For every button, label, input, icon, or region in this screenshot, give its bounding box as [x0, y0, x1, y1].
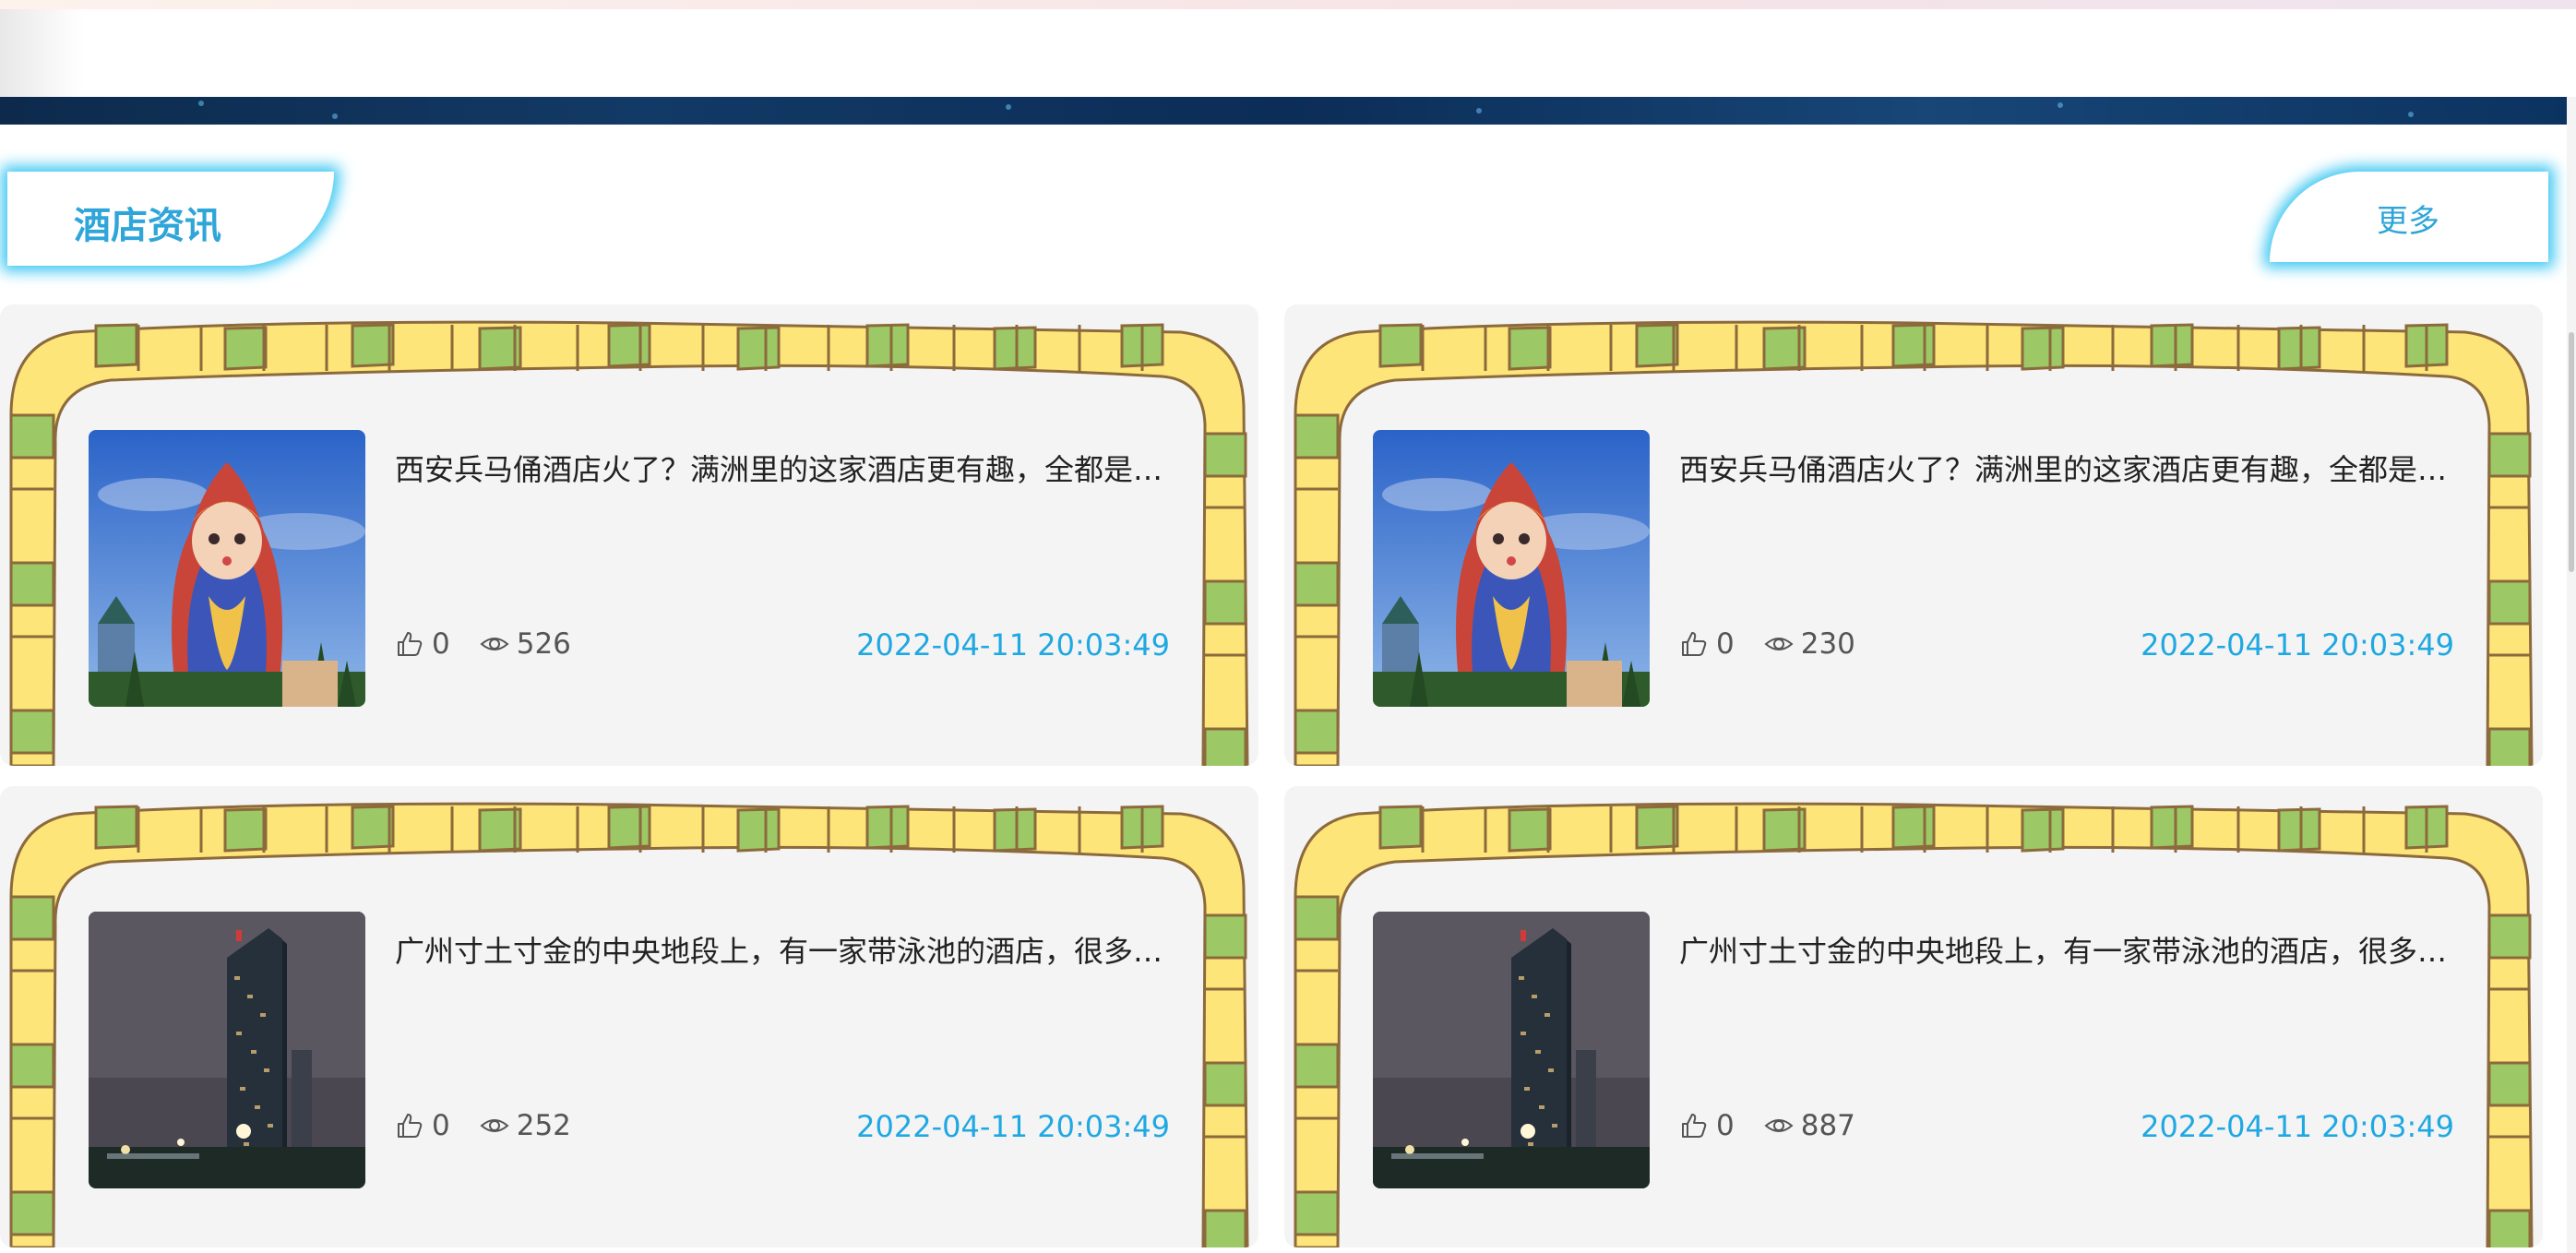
- more-button[interactable]: 更多: [2270, 172, 2548, 262]
- view-count: 230: [1800, 627, 1855, 661]
- tech-banner: [0, 97, 2567, 125]
- view-count: 526: [516, 627, 571, 661]
- news-card[interactable]: 广州寸土寸金的中央地段上，有一家带泳池的酒店，很多人都想去住 0 887 202…: [1284, 786, 2543, 1247]
- news-stats: 0 252: [395, 1107, 571, 1144]
- banner-dot: [332, 113, 338, 119]
- news-card[interactable]: 广州寸土寸金的中央地段上，有一家带泳池的酒店，很多人都想去住 0 252 202…: [0, 786, 1258, 1247]
- eye-icon: [1764, 1111, 1794, 1140]
- header-bar: [0, 9, 2576, 97]
- news-title[interactable]: 广州寸土寸金的中央地段上，有一家带泳池的酒店，很多人都想去住: [395, 928, 1170, 971]
- banner-dot: [1476, 108, 1482, 113]
- news-thumbnail[interactable]: [89, 430, 365, 707]
- section-title: 酒店资讯: [74, 205, 221, 247]
- view-count: 887: [1800, 1109, 1855, 1142]
- eye-icon: [1764, 629, 1794, 659]
- news-stats: 0 887: [1679, 1107, 1855, 1144]
- banner-dot: [1006, 104, 1011, 110]
- header-shadow: [0, 9, 83, 97]
- news-date: 2022-04-11 20:03:49: [856, 1109, 1170, 1144]
- banner-dot: [2057, 102, 2063, 108]
- thumbs-up-icon[interactable]: [395, 1111, 424, 1140]
- news-stats: 0 526: [395, 626, 571, 662]
- banner-dot: [2408, 112, 2414, 117]
- banner-dot: [198, 101, 204, 106]
- thumbs-up-icon[interactable]: [395, 629, 424, 659]
- news-card[interactable]: 西安兵马俑酒店火了？满洲里的这家酒店更有趣，全都是俄罗斯风格的建筑 0 230 …: [1284, 304, 2543, 766]
- like-count: 0: [1716, 627, 1735, 661]
- news-title[interactable]: 西安兵马俑酒店火了？满洲里的这家酒店更有趣，全都是俄罗斯风格的建筑: [1679, 447, 2454, 489]
- news-thumbnail[interactable]: [89, 912, 365, 1188]
- like-count: 0: [432, 627, 450, 661]
- view-count: 252: [516, 1109, 571, 1142]
- thumbs-up-icon[interactable]: [1679, 629, 1709, 659]
- news-title[interactable]: 西安兵马俑酒店火了？满洲里的这家酒店更有趣，全都是俄罗斯风格的建筑: [395, 447, 1170, 489]
- section-title-tag: 酒店资讯: [7, 172, 334, 266]
- news-stats: 0 230: [1679, 626, 1855, 662]
- news-thumbnail[interactable]: [1373, 430, 1650, 707]
- news-date: 2022-04-11 20:03:49: [2141, 627, 2454, 662]
- news-title[interactable]: 广州寸土寸金的中央地段上，有一家带泳池的酒店，很多人都想去住: [1679, 928, 2454, 971]
- news-thumbnail[interactable]: [1373, 912, 1650, 1188]
- eye-icon: [480, 629, 509, 659]
- eye-icon: [480, 1111, 509, 1140]
- news-date: 2022-04-11 20:03:49: [856, 627, 1170, 662]
- page-scrollbar[interactable]: [2567, 97, 2576, 1253]
- news-card[interactable]: 西安兵马俑酒店火了？满洲里的这家酒店更有趣，全都是俄罗斯风格的建筑 0 526 …: [0, 304, 1258, 766]
- like-count: 0: [1716, 1109, 1735, 1142]
- like-count: 0: [432, 1109, 450, 1142]
- scrollbar-thumb[interactable]: [2569, 332, 2574, 572]
- thumbs-up-icon[interactable]: [1679, 1111, 1709, 1140]
- more-button-label: 更多: [2377, 203, 2439, 240]
- news-date: 2022-04-11 20:03:49: [2141, 1109, 2454, 1144]
